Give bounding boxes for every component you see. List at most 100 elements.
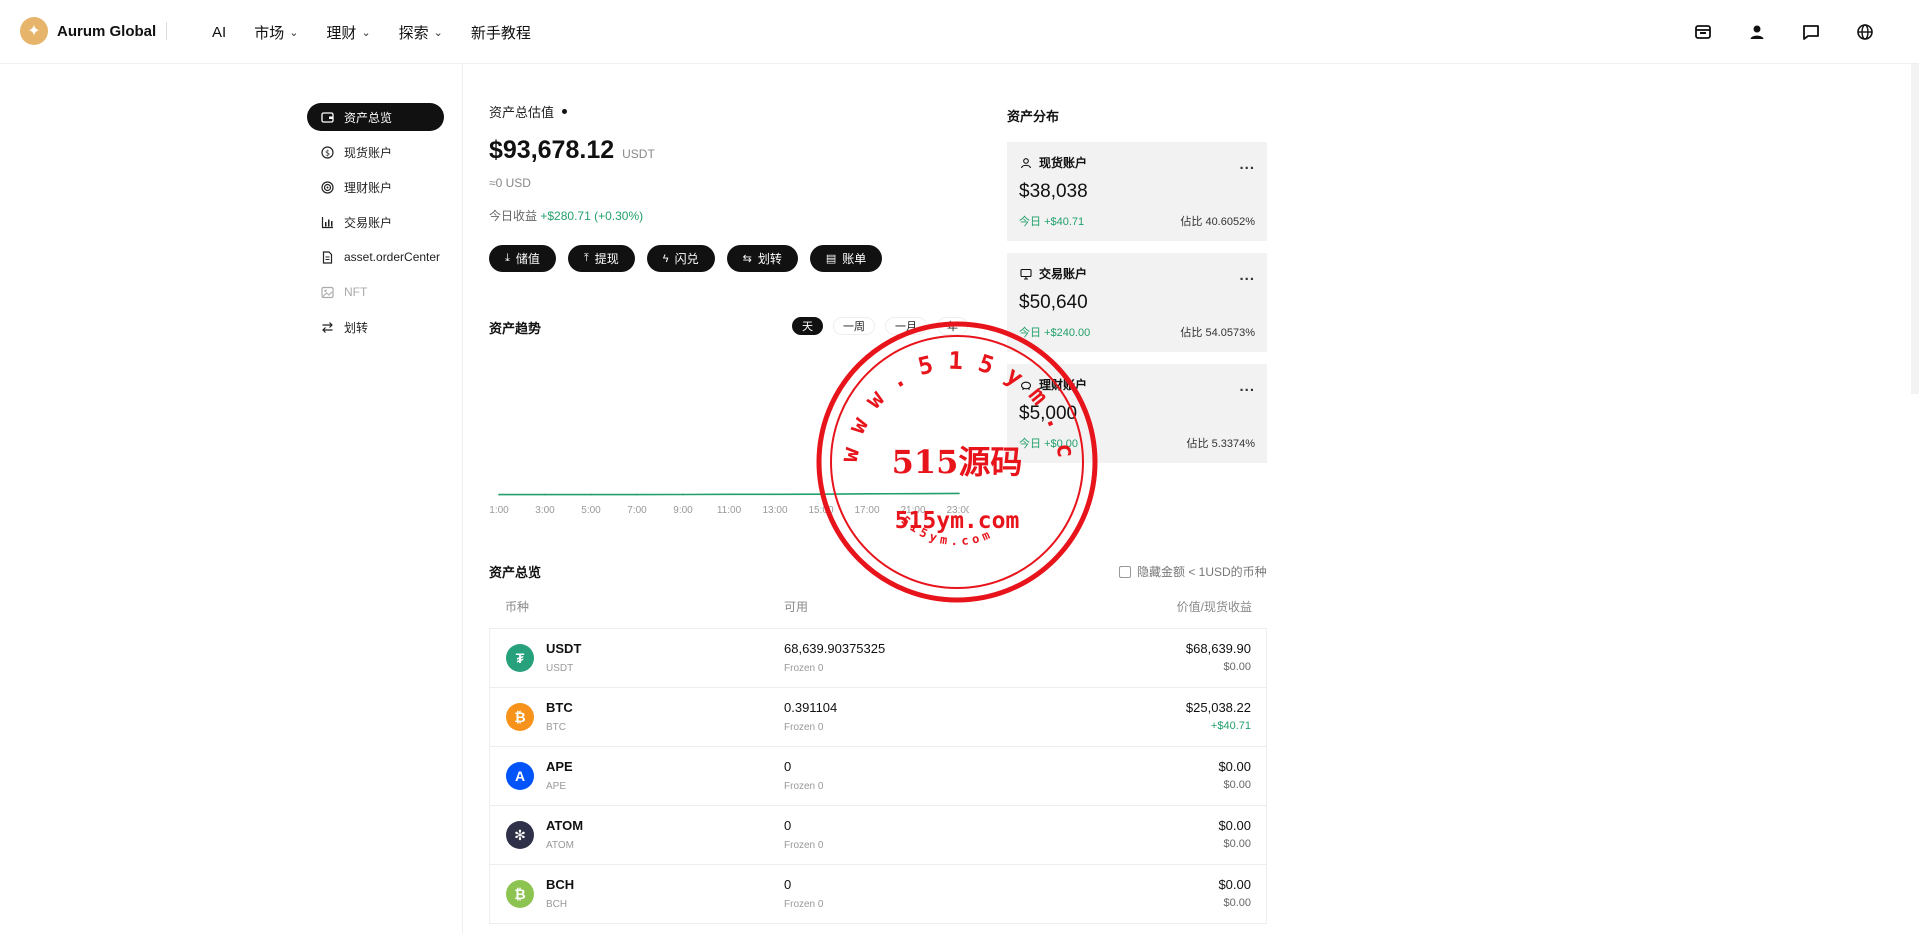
nav-label: 理财	[326, 24, 357, 42]
user-icon[interactable]	[1743, 18, 1771, 46]
globe-icon[interactable]	[1851, 18, 1879, 46]
card-name: 交易账户	[1039, 267, 1088, 281]
available-amount: 68,639.90375325	[784, 641, 886, 656]
trend-point	[820, 493, 822, 496]
sidebar-item-trading[interactable]: 交易账户	[307, 208, 457, 236]
frozen-amount: Frozen 0	[784, 899, 824, 910]
frozen-amount: Frozen 0	[784, 663, 824, 674]
message-icon[interactable]	[1797, 18, 1825, 46]
range-tab-day[interactable]: 天	[792, 317, 823, 335]
coin-symbol: USDT	[546, 641, 582, 656]
button-label: 储值	[515, 252, 540, 266]
coin-logo-icon: ₮	[506, 644, 534, 672]
chevron-down-icon: ⌄	[289, 26, 299, 39]
action-buttons: ⤓ 储值 ⤒ 提现 ϟ 闪兑 ⇆ 划转 ▤ 账单	[489, 245, 894, 272]
frozen-amount: Frozen 0	[784, 722, 824, 733]
more-icon[interactable]: ...	[1239, 267, 1255, 284]
nav-item-ai[interactable]: AI	[212, 24, 226, 41]
today-value: +$240.00	[1044, 327, 1091, 339]
spot-account-card[interactable]: 现货账户 ... $38,038 今日 +$40.71 佔比 40.6052%	[1007, 142, 1267, 241]
sidebar-item-spot[interactable]: $ 现货账户	[307, 138, 457, 166]
column-coin: 币种	[505, 600, 530, 614]
range-tab-year[interactable]: 年	[937, 317, 968, 335]
x-tick-label: 1:00	[489, 505, 509, 515]
coin-logo-icon: ₿	[506, 880, 534, 908]
sidebar-item-finance[interactable]: 理财账户	[307, 173, 457, 201]
x-tick-label: 5:00	[581, 505, 601, 515]
transfer-icon	[320, 320, 334, 334]
card-footer: 今日 +$40.71 佔比 40.6052%	[1019, 213, 1255, 229]
table-row[interactable]: ₮ USDT USDT 68,639.90375325 Frozen 0 $68,639.…	[490, 629, 1266, 688]
nav-item-market[interactable]: 市场 ⌄	[254, 22, 298, 43]
trend-point	[590, 493, 592, 496]
table-row[interactable]: ₿ BTC BTC 0.391104 Frozen 0 $25,038.22 +$40.71	[490, 688, 1266, 747]
checkbox[interactable]	[1119, 565, 1131, 578]
frozen-amount: Frozen 0	[784, 840, 824, 851]
hide-small-balances-toggle[interactable]: 隐藏金额 < 1USD的币种	[1119, 563, 1267, 580]
user-icon	[1019, 156, 1033, 170]
available-amount: 0	[784, 818, 792, 833]
sidebar-item-label: 资产总览	[344, 110, 393, 125]
total-unit: USDT	[622, 147, 655, 161]
today-label: 今日	[1019, 438, 1041, 450]
card-share: 佔比 40.6052%	[1180, 216, 1255, 228]
today-value: +$0.00	[1044, 438, 1079, 450]
document-icon	[320, 250, 334, 264]
table-row[interactable]: A APE APE 0 Frozen 0 $0.00 $0.00	[490, 747, 1266, 806]
nav-item-tutorial[interactable]: 新手教程	[471, 22, 531, 43]
more-icon[interactable]: ...	[1239, 156, 1255, 173]
nav-label: AI	[212, 23, 227, 41]
trend-range-tabs: 天 一周 一月 年	[792, 317, 978, 335]
today-label: 今日	[1019, 327, 1041, 339]
image-icon	[320, 285, 334, 299]
transfer-button[interactable]: ⇆ 划转	[726, 245, 798, 272]
chevron-down-icon: ⌄	[361, 26, 371, 39]
nav-label: 探索	[398, 24, 429, 42]
more-icon[interactable]: ...	[1239, 378, 1255, 395]
card-value: $50,640	[1019, 292, 1088, 313]
monitor-icon	[1019, 267, 1033, 281]
bill-button[interactable]: ▤ 账单	[809, 245, 883, 272]
today-label: 今日	[1019, 216, 1041, 228]
spot-pnl: $0.00	[1223, 779, 1251, 791]
header-icons	[1663, 18, 1879, 46]
bar-chart-icon	[320, 215, 334, 229]
coin-logo-icon: ₿	[506, 703, 534, 731]
visibility-toggle-icon[interactable]	[562, 109, 568, 114]
sidebar-item-overview[interactable]: 资产总览	[307, 103, 444, 131]
brand-name: Aurum Global	[57, 22, 157, 40]
withdraw-button[interactable]: ⤒ 提现	[567, 245, 635, 272]
card-header: 交易账户	[1019, 265, 1255, 282]
sidebar-item-label: NFT	[344, 285, 368, 299]
asset-value: $0.00	[1218, 759, 1251, 774]
sidebar-item-label: 现货账户	[344, 145, 393, 160]
wallet-icon[interactable]	[1689, 18, 1717, 46]
frozen-amount: Frozen 0	[784, 781, 824, 792]
hide-small-label: 隐藏金额 < 1USD的币种	[1137, 565, 1267, 579]
download-icon: ⤓	[505, 252, 510, 264]
sidebar-item-nft[interactable]: NFT	[307, 278, 457, 306]
card-name: 现货账户	[1039, 156, 1088, 170]
coin-symbol: BCH	[546, 877, 575, 892]
table-row[interactable]: ₿ BCH BCH 0 Frozen 0 $0.00 $0.00	[490, 865, 1266, 924]
dollar-icon: $	[320, 145, 334, 159]
coin-symbol: APE	[546, 759, 573, 774]
x-tick-label: 3:00	[535, 505, 555, 515]
today-value: +$40.71	[1044, 216, 1085, 228]
page-scrollbar[interactable]	[1911, 64, 1919, 394]
flash-swap-button[interactable]: ϟ 闪兑	[646, 245, 715, 272]
range-tab-month[interactable]: 一月	[885, 317, 927, 335]
nav-item-finance[interactable]: 理财 ⌄	[326, 22, 370, 43]
deposit-button[interactable]: ⤓ 储值	[489, 245, 556, 272]
nav-item-explore[interactable]: 探索 ⌄	[399, 22, 443, 43]
sidebar-item-transfer[interactable]: 划转	[307, 313, 457, 341]
finance-account-card[interactable]: 理财账户 ... $5,000 今日 +$0.00 佔比 5.3374%	[1007, 364, 1267, 463]
bill-icon: ▤	[825, 253, 837, 265]
sidebar-item-order-center[interactable]: asset.orderCenter	[307, 243, 457, 271]
brand-logo[interactable]: ✦ Aurum Global	[20, 17, 156, 45]
trend-point	[682, 493, 684, 496]
trading-account-card[interactable]: 交易账户 ... $50,640 今日 +$240.00 佔比 54.0573%	[1007, 253, 1267, 352]
table-row[interactable]: ✻ ATOM ATOM 0 Frozen 0 $0.00 $0.00	[490, 806, 1266, 865]
x-tick-label: 23:00	[946, 505, 969, 515]
range-tab-week[interactable]: 一周	[833, 317, 875, 335]
